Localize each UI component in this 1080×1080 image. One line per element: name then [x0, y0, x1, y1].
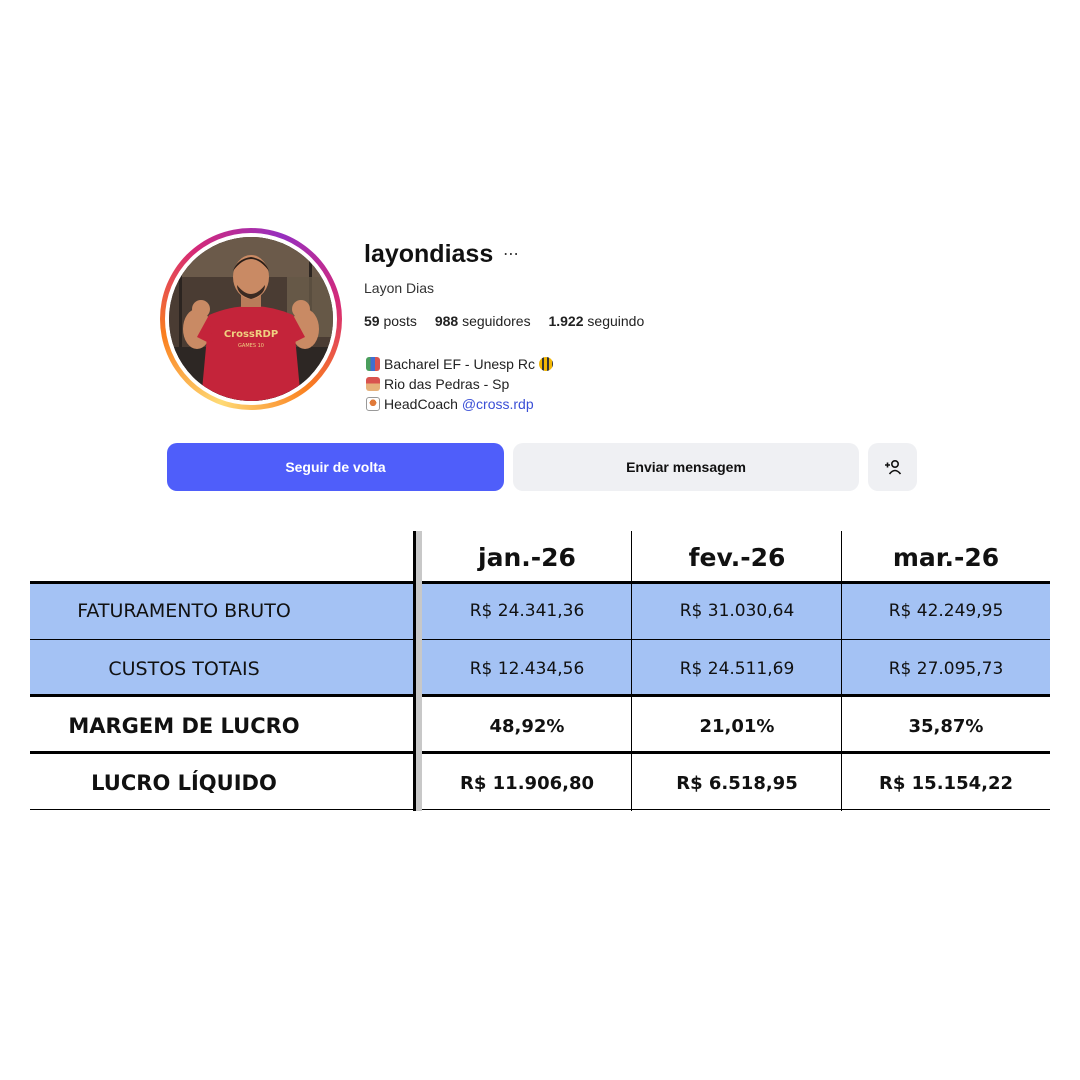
mention-link[interactable]: @cross.rdp [462, 396, 534, 412]
table-cell: R$ 11.906,80 [460, 772, 594, 794]
full-name: Layon Dias [364, 280, 435, 296]
table-rule [30, 809, 1050, 810]
table-rule [631, 531, 632, 811]
avatar-story-ring[interactable]: CrossRDP GAMES 10 [160, 228, 342, 410]
table-cell: R$ 42.249,95 [888, 601, 1004, 621]
table-cell: R$ 24.341,36 [469, 601, 585, 621]
bio-text: Bacharel EF - Unesp Rc [384, 356, 535, 372]
posts-stat[interactable]: 59 posts [364, 313, 417, 329]
followers-stat[interactable]: 988 seguidores [435, 313, 531, 329]
posts-label: posts [383, 313, 417, 329]
following-label: seguindo [587, 313, 645, 329]
table-cell: R$ 6.518,95 [676, 772, 798, 794]
table-cell: R$ 24.511,69 [679, 659, 795, 679]
table-cell: R$ 12.434,56 [469, 659, 585, 679]
username: layondiass [364, 240, 494, 268]
posts-count: 59 [364, 313, 380, 329]
table-rule [30, 694, 1050, 697]
profile-stats: 59 posts 988 seguidores 1.922 seguindo [364, 313, 658, 329]
table-cell: 48,92% [489, 715, 565, 737]
suggest-accounts-button[interactable] [868, 443, 917, 491]
following-stat[interactable]: 1.922 seguindo [548, 313, 644, 329]
send-message-button[interactable]: Enviar mensagem [513, 443, 859, 491]
follow-back-button[interactable]: Seguir de volta [167, 443, 504, 491]
avatar-shirt-subtext: GAMES 10 [238, 343, 264, 349]
bio-line-education: Bacharel EF - Unesp Rc [366, 354, 553, 374]
table-cell: 21,01% [699, 715, 775, 737]
table-rule [422, 639, 1050, 640]
bio-line-job: HeadCoach @cross.rdp [366, 394, 553, 414]
table-cell: R$ 31.030,64 [679, 601, 795, 621]
table-cell: 35,87% [908, 715, 984, 737]
column-header: mar.-26 [892, 542, 1000, 572]
bio-text: HeadCoach [384, 396, 462, 412]
row-label: MARGEM DE LUCRO [68, 714, 300, 738]
house-icon [366, 377, 380, 391]
bio-line-location: Rio das Pedras - Sp [366, 374, 553, 394]
avatar-ring-gap: CrossRDP GAMES 10 [165, 233, 337, 405]
table-rule [30, 581, 1050, 584]
table-rule [841, 531, 842, 811]
column-header: jan.-26 [478, 542, 576, 572]
books-icon [366, 357, 380, 371]
followers-label: seguidores [462, 313, 531, 329]
ellipsis-icon[interactable]: ⋯ [503, 244, 519, 264]
weightlifter-icon [366, 397, 380, 411]
bio: Bacharel EF - Unesp Rc Rio das Pedras - … [366, 354, 553, 414]
avatar[interactable]: CrossRDP GAMES 10 [169, 237, 333, 401]
row-label: FATURAMENTO BRUTO [77, 600, 291, 622]
followers-count: 988 [434, 313, 459, 329]
bee-icon [538, 357, 553, 371]
table-rule [416, 531, 422, 811]
bio-text: Rio das Pedras - Sp [384, 376, 510, 392]
row-label: LUCRO LÍQUIDO [91, 771, 277, 795]
table-rule [30, 639, 415, 640]
avatar-photo: CrossRDP GAMES 10 [169, 237, 333, 401]
table-cell: R$ 15.154,22 [879, 772, 1013, 794]
financial-table: jan.-26 fev.-26 mar.-26 FATURAMENTO BRUT… [30, 531, 1050, 811]
table-rule [30, 751, 1050, 754]
following-count: 1.922 [548, 313, 584, 329]
table-cell: R$ 27.095,73 [888, 659, 1004, 679]
column-header: fev.-26 [688, 542, 786, 572]
row-label: CUSTOS TOTAIS [108, 658, 260, 680]
avatar-shirt-text: CrossRDP [224, 329, 278, 340]
add-person-icon [884, 459, 901, 475]
